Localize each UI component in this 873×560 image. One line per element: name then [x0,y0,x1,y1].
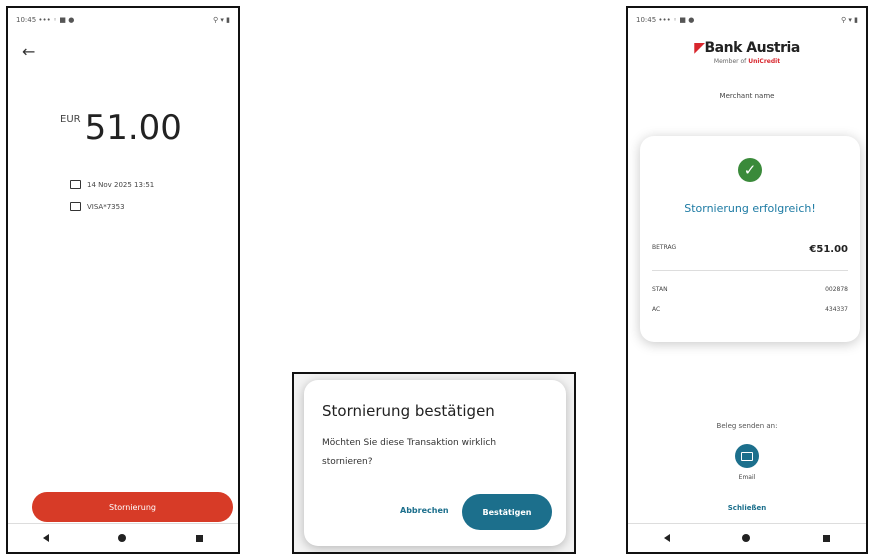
ac-row: AC 434337 [652,306,848,313]
currency-label: EUR [60,114,81,125]
payment-detail-screen: 10:45 ••• ◦ ■ ● ⚲ ▾ ▮ ← EUR 51.00 14 Nov… [6,6,240,554]
dialog-text: Möchten Sie diese Transaktion wirklich s… [322,438,497,467]
bank-logo: ◤Bank Austria Member of UniCredit [628,40,866,65]
card-row: VISA*7353 [70,202,125,211]
date-row: 14 Nov 2025 13:51 [70,180,154,189]
status-left: 10:45 ••• ◦ ■ ● [636,16,695,24]
amount-value: €51.00 [809,244,848,255]
amount-value: 51.00 [84,108,182,148]
amount-row: BETRAG €51.00 [652,244,848,255]
stornierung-button[interactable]: Stornierung [32,492,233,522]
status-right: ⚲ ▾ ▮ [213,16,230,24]
stan-label: STAN [652,286,668,293]
email-label: Email [738,474,756,481]
nav-back-icon[interactable] [664,534,671,542]
status-bar: 10:45 ••• ◦ ■ ● ⚲ ▾ ▮ [16,14,230,26]
nav-recents-icon[interactable] [196,534,204,542]
android-nav-bar [8,523,238,552]
back-arrow-icon[interactable]: ← [22,42,35,61]
divider [652,270,848,271]
success-title: Stornierung erfolgreich! [684,202,816,215]
mail-icon [741,451,753,461]
email-button[interactable] [735,444,759,468]
status-right: ⚲ ▾ ▮ [841,16,858,24]
receipt-label: Beleg senden an: [716,422,778,430]
abbrechen-button[interactable]: Abbrechen [400,506,449,515]
result-card: ✓ Stornierung erfolgreich! BETRAG €51.00… [640,136,860,342]
status-left: 10:45 ••• ◦ ■ ● [16,16,75,24]
nav-home-icon[interactable] [118,534,127,542]
logo-sub-text: Member of [713,58,747,65]
credit-card-icon [70,202,81,211]
confirm-dialog-screen: Stornierung bestätigen Möchten Sie diese… [292,372,576,554]
card-text: VISA*7353 [87,202,125,211]
success-screen: 10:45 ••• ◦ ■ ● ⚲ ▾ ▮ ◤Bank Austria Memb… [626,6,868,554]
nav-home-icon[interactable] [742,534,751,542]
nav-recents-icon[interactable] [822,534,830,542]
bank-logo-icon: ◤ [694,40,705,56]
merchant-name: Merchant name [719,92,775,100]
nav-back-icon[interactable] [42,534,49,542]
status-bar: 10:45 ••• ◦ ■ ● ⚲ ▾ ▮ [636,14,858,26]
dialog-title: Stornierung bestätigen [322,402,495,420]
stan-row: STAN 002878 [652,286,848,293]
confirm-dialog: Stornierung bestätigen Möchten Sie diese… [304,380,566,546]
schliessen-button[interactable]: Schließen [628,504,866,512]
android-nav-bar [628,523,866,552]
calendar-icon [70,180,81,189]
logo-text: Bank Austria [704,40,801,56]
ac-value: 434337 [825,306,848,313]
date-text: 14 Nov 2025 13:51 [87,180,155,189]
logo-sub-brand: UniCredit [748,58,781,65]
bestaetigen-button[interactable]: Bestätigen [462,494,552,530]
ac-label: AC [652,306,661,313]
amount-display: EUR 51.00 [60,108,182,148]
check-icon: ✓ [738,158,762,182]
stan-value: 002878 [825,286,848,293]
amount-label: BETRAG [652,244,677,251]
